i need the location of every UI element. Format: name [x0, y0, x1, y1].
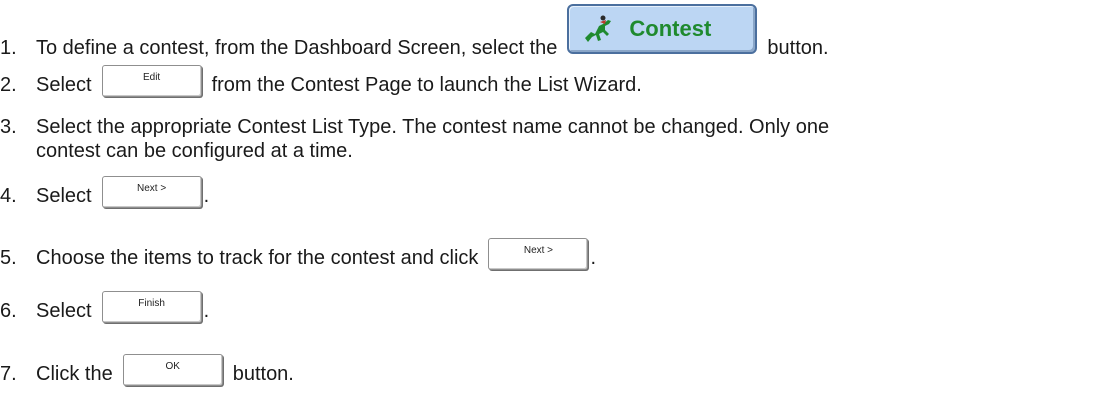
next-button[interactable]: Next >	[488, 238, 589, 270]
next-button[interactable]: Next >	[101, 176, 202, 208]
step-7: 7. Click the OK button.	[0, 354, 294, 386]
step-text: Select the appropriate Contest List Type…	[36, 116, 830, 138]
finish-button[interactable]: Finish	[101, 291, 202, 323]
step-6: 6. Select Finish .	[0, 291, 209, 323]
step-text-after: from the Contest Page to launch the List…	[211, 74, 642, 96]
step-text: Choose the items to track for the contes…	[36, 247, 479, 269]
step-text: Select	[36, 74, 92, 96]
step-number: 4.	[0, 185, 17, 207]
step-text-after: button.	[767, 37, 829, 59]
contest-button-label: Contest	[629, 16, 712, 41]
step-number: 1.	[0, 37, 17, 59]
step-number: 7.	[0, 363, 17, 385]
step-text-after: .	[590, 247, 596, 269]
step-number: 2.	[0, 74, 17, 96]
step-number: 3.	[0, 116, 17, 138]
step-text: To define a contest, from the Dashboard …	[36, 37, 558, 59]
step-text: Select	[36, 300, 92, 322]
step-4: 4. Select Next > .	[0, 176, 209, 208]
step-text-after: button.	[232, 363, 294, 385]
edit-button[interactable]: Edit	[101, 65, 202, 97]
running-horse-icon	[585, 15, 612, 42]
ok-button[interactable]: OK	[122, 354, 223, 386]
step-text: Click the	[36, 363, 113, 385]
step-number: 6.	[0, 300, 17, 322]
step-2: 2. Select Edit from the Contest Page to …	[0, 65, 642, 97]
step-text-after: .	[203, 300, 210, 322]
step-1: 1. To define a contest, from the Dashboa…	[0, 4, 829, 60]
step-5: 5. Choose the items to track for the con…	[0, 238, 596, 270]
contest-button[interactable]: Contest	[567, 4, 758, 54]
step-text-after: .	[203, 185, 210, 207]
step-3-continued: contest can be configured at a time.	[36, 140, 353, 162]
step-3: 3. Select the appropriate Contest List T…	[0, 116, 829, 139]
step-number: 5.	[0, 247, 17, 269]
step-text: Select	[36, 185, 92, 207]
